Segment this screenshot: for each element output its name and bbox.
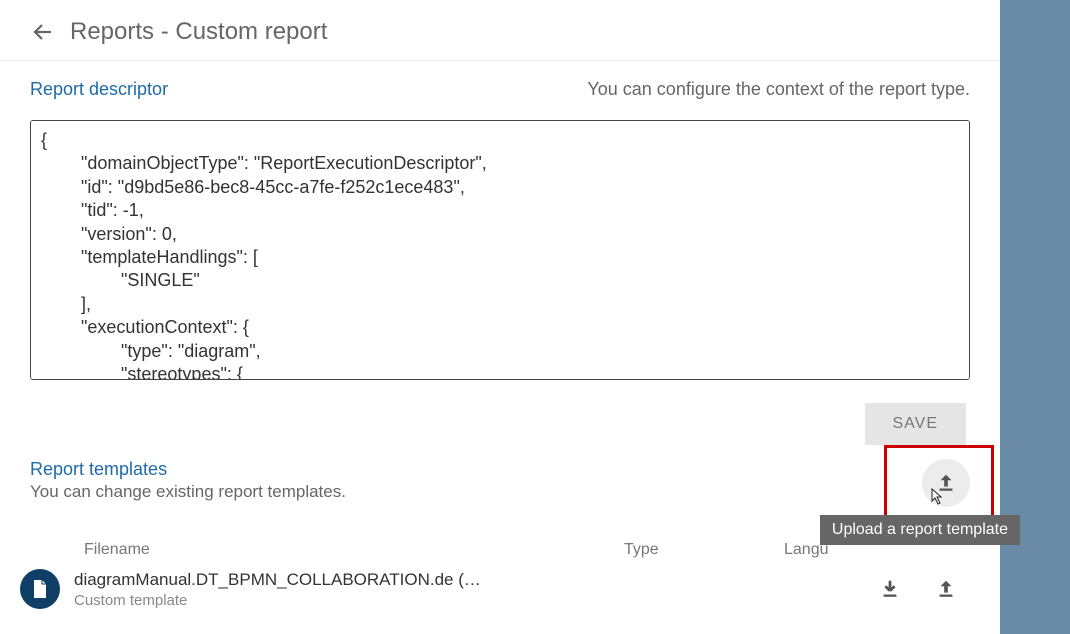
descriptor-textarea[interactable]	[30, 120, 970, 380]
download-icon	[879, 578, 901, 600]
back-arrow-icon[interactable]	[30, 19, 56, 45]
templates-section-title: Report templates	[30, 459, 346, 480]
upload-row-button[interactable]	[932, 575, 960, 603]
descriptor-help-text: You can configure the context of the rep…	[587, 79, 970, 100]
upload-template-button[interactable]	[922, 459, 970, 507]
descriptor-section-title: Report descriptor	[30, 79, 168, 100]
column-filename: Filename	[84, 541, 624, 559]
column-type: Type	[624, 541, 784, 559]
upload-icon	[935, 578, 957, 600]
document-icon	[20, 569, 60, 609]
row-subtype: Custom template	[74, 592, 794, 609]
row-filename: diagramManual.DT_BPMN_COLLABORATION.de (…	[74, 570, 794, 590]
upload-icon	[935, 472, 957, 494]
download-row-button[interactable]	[876, 575, 904, 603]
templates-sub-text: You can change existing report templates…	[30, 482, 346, 502]
page-title: Reports - Custom report	[70, 18, 327, 46]
save-button[interactable]: SAVE	[865, 403, 967, 445]
table-row[interactable]: diagramManual.DT_BPMN_COLLABORATION.de (…	[30, 565, 970, 609]
upload-tooltip: Upload a report template	[820, 515, 1020, 545]
page-header: Reports - Custom report	[0, 0, 1000, 61]
